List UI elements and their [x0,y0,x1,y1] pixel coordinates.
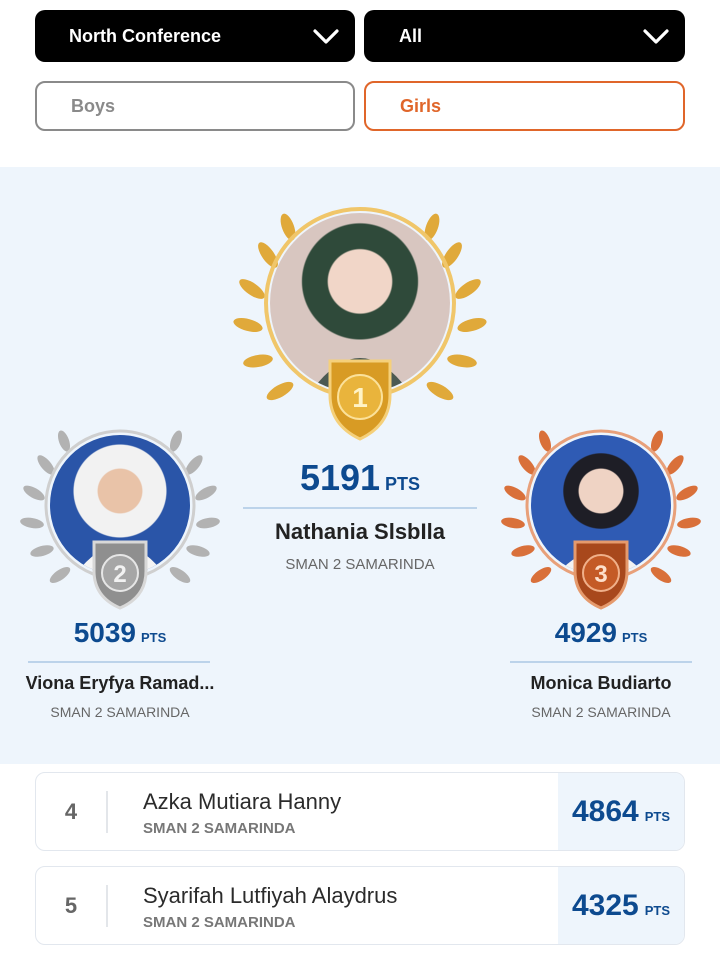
list-item[interactable]: 4 Azka Mutiara Hanny SMAN 2 SAMARINDA 48… [35,772,685,851]
divider [243,507,477,509]
chevron-down-icon [313,29,339,44]
participant-name: Syarifah Lutfiyah Alaydrus [143,883,398,908]
third-school: SMAN 2 SAMARINDA [531,704,671,720]
divider [510,661,692,663]
score-value: 4325 [571,888,639,922]
tab-boys[interactable]: Boys [35,81,355,131]
rank-number: 3 [594,561,607,588]
podium-third[interactable]: 3 [501,425,701,615]
participant-school: SMAN 2 SAMARINDA [143,914,296,931]
score-box: 4325 PTS [558,867,684,944]
first-school: SMAN 2 SAMARINDA [285,556,435,573]
divider [106,885,108,927]
conference-select-value: North Conference [69,25,222,46]
tab-girls-label: Girls [400,95,442,116]
gold-medal-icon: 1 [328,359,392,441]
silver-medal-icon: 2 [92,540,148,610]
category-select[interactable]: All [364,10,685,62]
third-name: Monica Budiarto [530,673,672,693]
third-points: 4929 PTS [501,617,701,649]
first-name: Nathania SlsbIla [275,519,445,544]
podium-first[interactable]: 1 [230,207,490,447]
participant-name: Azka Mutiara Hanny [143,789,342,814]
second-points-unit: PTS [141,630,167,645]
third-points-value: 4929 [554,617,617,648]
second-school: SMAN 2 SAMARINDA [50,704,190,720]
rank-number: 4 [64,798,78,824]
conference-select[interactable]: North Conference [35,10,355,62]
first-points-unit: PTS [385,474,421,494]
second-points-value: 5039 [73,617,136,648]
filter-panel: North Conference All Boys Girls [0,0,720,167]
second-points: 5039 PTS [20,617,220,649]
score-unit: PTS [644,809,671,824]
second-name: Viona Eryfya Ramad... [25,673,215,693]
divider [106,791,108,833]
score-box: 4864 PTS [558,773,684,850]
tab-boys-label: Boys [71,95,116,116]
divider [28,661,210,663]
chevron-down-icon [643,29,669,44]
list-item[interactable]: 5 Syarifah Lutfiyah Alaydrus SMAN 2 SAMA… [35,866,685,945]
first-points-value: 5191 [299,457,381,498]
podium: 1 5191 PTS Nathania SlsbIla SMAN 2 SAMAR… [0,167,720,764]
first-points: 5191 PTS [230,457,490,499]
rank-number: 1 [352,382,368,413]
bronze-medal-icon: 3 [573,540,629,610]
score-value: 4864 [571,794,639,828]
category-select-value: All [399,25,423,46]
third-points-unit: PTS [622,630,648,645]
score-unit: PTS [644,903,671,918]
rank-number: 2 [113,561,126,588]
participant-school: SMAN 2 SAMARINDA [143,820,296,837]
rank-number: 5 [64,892,78,918]
tab-girls[interactable]: Girls [364,81,685,131]
podium-second[interactable]: 2 [20,425,220,615]
